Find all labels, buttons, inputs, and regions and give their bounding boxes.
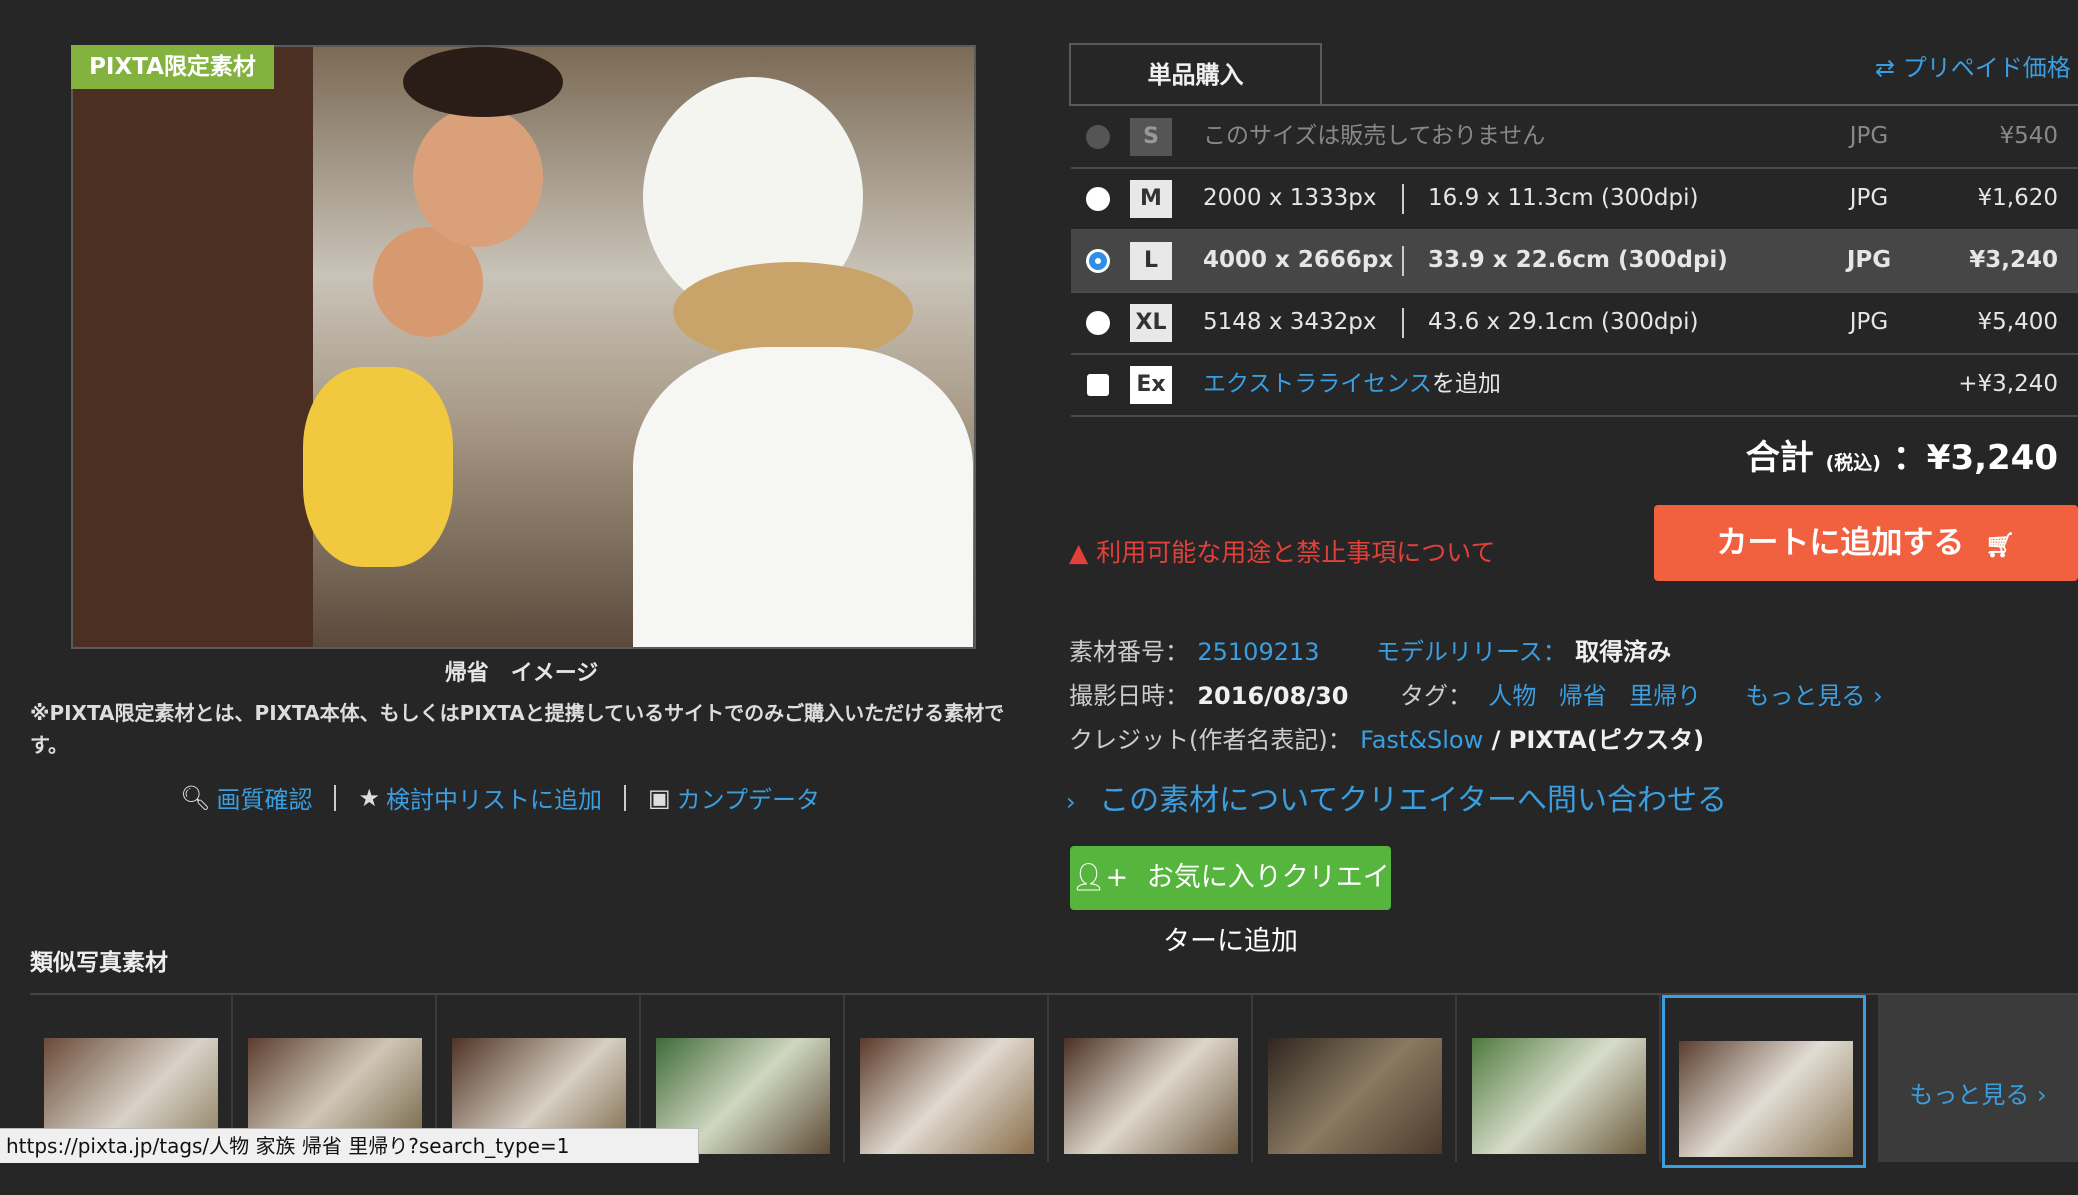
asset-id-line: 素材番号： 25109213 xyxy=(1069,632,1320,667)
total-price: 合計 (税込) ：¥3,240 xyxy=(1746,430,2058,479)
similar-thumb[interactable] xyxy=(846,995,1049,1162)
add-to-wishlist-link[interactable]: ★ 検討中リストに追加 xyxy=(358,780,602,815)
photo-caption: 帰省 イメージ xyxy=(444,661,599,686)
exclusive-note: ※PIXTA限定素材とは、PIXTA本体、もしくはPIXTAと提携しているサイト… xyxy=(30,701,1005,757)
size-cm: 43.6 x 29.1cm (300dpi) xyxy=(1428,309,1699,335)
size-badge: Ex xyxy=(1130,366,1172,404)
divider xyxy=(1402,308,1404,338)
size-row-l[interactable]: L 4000 x 2666px 33.9 x 22.6cm (300dpi) J… xyxy=(1071,230,2078,293)
contact-creator-link[interactable]: › この素材についてクリエイターへ問い合わせる xyxy=(1066,775,1727,819)
chevron-right-icon: › xyxy=(1066,788,1076,816)
quality-check-label: 画質確認 xyxy=(216,786,313,814)
cart-label: カートに追加する xyxy=(1716,525,1965,561)
tab-single-purchase[interactable]: 単品購入 xyxy=(1069,43,1322,105)
credit-label: クレジット(作者名表記)： xyxy=(1069,726,1352,754)
contact-creator-label: この素材についてクリエイターへ問い合わせる xyxy=(1099,783,1728,818)
size-radio-m[interactable] xyxy=(1086,187,1110,211)
extra-license-price: +¥3,240 xyxy=(1958,371,2058,397)
size-radio-s xyxy=(1086,125,1110,149)
add-favorite-creator-button[interactable]: 👤︎+ お気に入りクリエイターに追加 xyxy=(1070,846,1391,957)
shoot-date-line: 撮影日時： 2016/08/30 xyxy=(1069,676,1348,711)
divider xyxy=(1402,184,1404,214)
tags-line: タグ： 人物 帰省 里帰り もっと見る › xyxy=(1400,676,1883,711)
divider xyxy=(623,784,626,811)
size-pixels: 5148 x 3432px xyxy=(1203,309,1377,335)
credit-line: クレジット(作者名表記)： Fast&Slow / PIXTA(ピクスタ) xyxy=(1069,720,1704,755)
star-icon: ★ xyxy=(358,783,380,812)
extra-license-row[interactable]: Ex エクストラライセンスを追加 +¥3,240 xyxy=(1071,354,2078,417)
credit-rest: / PIXTA(ピクスタ) xyxy=(1483,726,1705,754)
divider xyxy=(334,784,337,811)
size-price: ¥5,400 xyxy=(1977,309,2058,335)
tag-link[interactable]: 里帰り xyxy=(1629,682,1701,710)
extra-license-suffix: を追加 xyxy=(1431,371,1501,397)
pixta-exclusive-badge: PIXTA限定素材 xyxy=(71,45,274,89)
add-favorite-creator-label: お気に入りクリエイターに追加 xyxy=(1146,862,1390,957)
image-icon: ▣ xyxy=(647,783,671,812)
main-photo xyxy=(71,45,976,649)
similar-thumb[interactable] xyxy=(1254,995,1457,1162)
size-format: JPG xyxy=(1849,309,1889,335)
size-pixels: 2000 x 1333px xyxy=(1203,185,1377,211)
shoot-date-label: 撮影日時： xyxy=(1069,682,1189,710)
add-to-cart-button[interactable]: カートに追加する 🛒︎ xyxy=(1654,505,2078,581)
asset-id-label: 素材番号： xyxy=(1069,638,1189,666)
similar-more-link[interactable]: もっと見る › xyxy=(1878,995,2078,1162)
wishlist-label: 検討中リストに追加 xyxy=(385,786,602,814)
comp-data-label: カンプデータ xyxy=(676,786,820,814)
size-radio-xl[interactable] xyxy=(1086,311,1110,335)
size-row-m[interactable]: M 2000 x 1333px 16.9 x 11.3cm (300dpi) J… xyxy=(1071,168,2078,231)
size-format: JPG xyxy=(1849,123,1889,149)
similar-thumb[interactable] xyxy=(1050,995,1253,1162)
tag-link[interactable]: 人物 xyxy=(1488,682,1536,710)
total-value: ：¥3,240 xyxy=(1892,438,2058,478)
size-pixels: 4000 x 2666px xyxy=(1203,247,1394,273)
size-price: ¥1,620 xyxy=(1977,185,2058,211)
size-row-xl[interactable]: XL 5148 x 3432px 43.6 x 29.1cm (300dpi) … xyxy=(1071,292,2078,355)
model-release-line: モデルリリース： 取得済み xyxy=(1376,632,1671,667)
asset-id[interactable]: 25109213 xyxy=(1197,638,1319,666)
usage-label: 利用可能な用途と禁止事項について xyxy=(1096,538,1496,567)
zoom-icon: 🔍︎ xyxy=(180,783,211,812)
tag-link[interactable]: 帰省 xyxy=(1559,682,1607,710)
size-price: ¥540 xyxy=(1999,123,2058,149)
extra-license-text: エクストラライセンスを追加 xyxy=(1203,354,1501,415)
shoot-date: 2016/08/30 xyxy=(1197,682,1349,710)
total-tax-label: (税込) xyxy=(1825,452,1881,474)
size-pixels: このサイズは販売しておりません xyxy=(1203,123,1546,149)
size-format: JPG xyxy=(1846,247,1892,273)
credit-author-link[interactable]: Fast&Slow xyxy=(1360,726,1483,754)
size-badge: L xyxy=(1130,242,1172,280)
size-cm: 16.9 x 11.3cm (300dpi) xyxy=(1428,185,1699,211)
size-format: JPG xyxy=(1849,185,1889,211)
similar-thumb-current[interactable] xyxy=(1662,995,1866,1168)
add-user-icon: 👤︎+ xyxy=(1071,862,1129,893)
divider xyxy=(1402,246,1404,276)
tags-label: タグ： xyxy=(1400,682,1472,710)
prepaid-price-link[interactable]: ⇄ プリペイド価格 xyxy=(1875,48,2071,83)
photo-tools: 🔍︎ 画質確認 ★ 検討中リストに追加 ▣ カンプデータ xyxy=(180,780,820,815)
extra-license-checkbox[interactable] xyxy=(1087,374,1109,396)
cart-icon: 🛒︎ xyxy=(1985,531,2016,559)
quality-check-link[interactable]: 🔍︎ 画質確認 xyxy=(180,780,312,815)
similar-photos-title: 類似写真素材 xyxy=(30,950,168,976)
size-badge: XL xyxy=(1130,304,1172,342)
total-label: 合計 xyxy=(1745,438,1814,478)
comp-data-link[interactable]: ▣ カンプデータ xyxy=(648,780,820,815)
warning-icon: ▲ xyxy=(1069,538,1089,567)
size-badge: M xyxy=(1130,180,1172,218)
extra-license-link[interactable]: エクストラライセンス xyxy=(1203,371,1432,397)
tags-more-link[interactable]: もっと見る › xyxy=(1745,682,1882,710)
status-bar-url: https://pixta.jp/tags/人物 家族 帰省 里帰り?searc… xyxy=(0,1128,699,1163)
size-badge: S xyxy=(1130,118,1172,156)
size-radio-l[interactable] xyxy=(1086,249,1110,273)
model-release-value: 取得済み xyxy=(1575,638,1672,666)
size-price: ¥3,240 xyxy=(1969,247,2058,273)
model-release-label[interactable]: モデルリリース： xyxy=(1376,638,1567,666)
usage-restrictions-link[interactable]: ▲ 利用可能な用途と禁止事項について xyxy=(1069,533,1495,569)
similar-thumb[interactable] xyxy=(1458,995,1661,1162)
size-cm: 33.9 x 22.6cm (300dpi) xyxy=(1428,247,1728,273)
size-row-s: S このサイズは販売しておりません JPG ¥540 xyxy=(1071,106,2078,169)
